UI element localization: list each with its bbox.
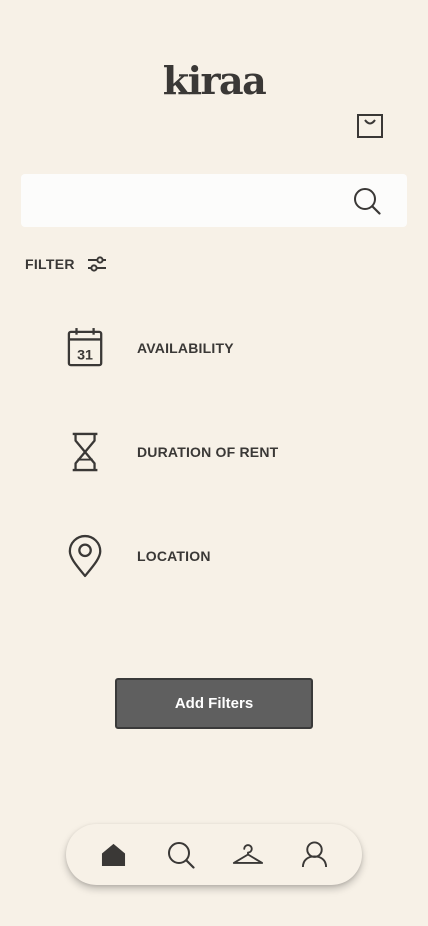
home-icon — [101, 843, 126, 867]
nav-wardrobe[interactable] — [228, 835, 268, 875]
location-label: LOCATION — [137, 548, 211, 564]
add-filters-button[interactable]: Add Filters — [115, 678, 313, 729]
sliders-icon — [87, 256, 106, 272]
bottom-nav — [66, 824, 362, 885]
filter-label: FILTER — [25, 256, 75, 272]
nav-home[interactable] — [94, 835, 134, 875]
hanger-icon — [232, 844, 263, 864]
filter-option-location[interactable]: LOCATION — [66, 533, 210, 579]
nav-search[interactable] — [161, 835, 201, 875]
search-icon — [167, 841, 195, 869]
shopping-bag-icon[interactable] — [357, 114, 383, 138]
filter-toggle[interactable]: FILTER — [25, 254, 107, 274]
filter-option-duration[interactable]: DURATION OF RENT — [66, 429, 278, 475]
availability-label: AVAILABILITY — [137, 340, 234, 356]
calendar-day: 31 — [77, 347, 93, 363]
search-icon[interactable] — [353, 187, 381, 215]
filter-option-availability[interactable]: 31 AVAILABILITY — [66, 325, 234, 371]
hourglass-icon — [66, 429, 106, 475]
nav-profile[interactable] — [295, 835, 335, 875]
calendar-icon: 31 — [66, 325, 106, 371]
app-logo: kiraa — [162, 58, 267, 103]
search-field[interactable] — [21, 174, 407, 227]
user-icon — [301, 841, 328, 868]
location-pin-icon — [66, 533, 106, 579]
duration-label: DURATION OF RENT — [137, 444, 279, 460]
